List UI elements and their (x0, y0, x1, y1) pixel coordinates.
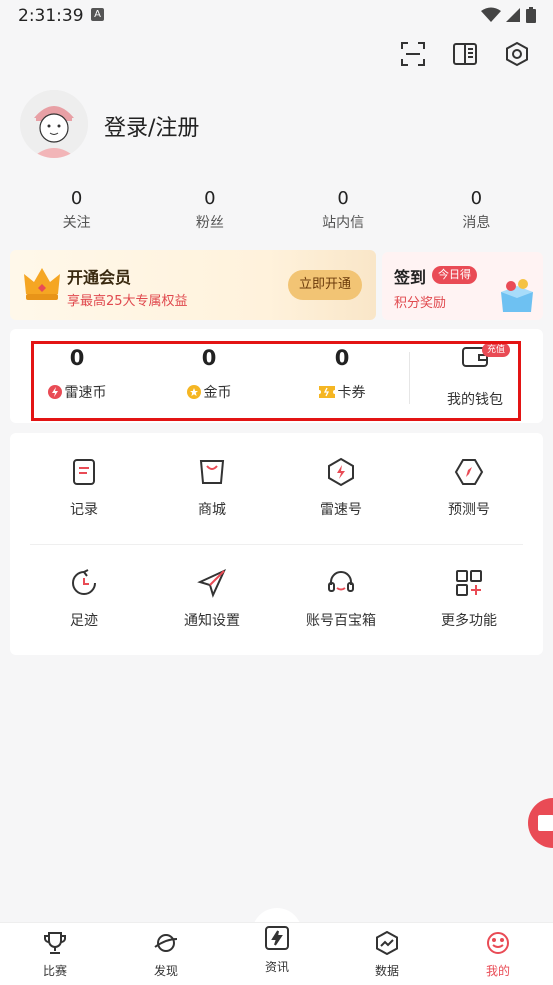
floating-calendar-button[interactable] (528, 798, 553, 848)
tab-mine[interactable]: 我的 (458, 931, 538, 979)
stat-inbox[interactable]: 0 站内信 (277, 188, 410, 236)
planet-icon (154, 934, 178, 952)
tab-news[interactable]: 资讯 (237, 926, 317, 975)
sign-in-tag: 今日得 (432, 266, 477, 284)
headset-icon (328, 571, 354, 592)
profile-stats: 0 关注 0 粉丝 0 站内信 0 消息 (10, 188, 543, 236)
menu-item-notification-settings[interactable]: 通知设置 (162, 568, 262, 630)
tab-matches[interactable]: 比赛 (15, 931, 95, 979)
sign-in-card[interactable]: 签到 今日得 积分奖励 (382, 252, 543, 320)
news-lightning-icon (265, 926, 289, 950)
bottom-tab-bar: 比赛 发现 资讯 数据 我的 (0, 922, 553, 985)
divider (30, 544, 523, 545)
tab-label: 我的 (485, 964, 510, 978)
stat-followers[interactable]: 0 粉丝 (143, 188, 276, 236)
stat-following[interactable]: 0 关注 (10, 188, 143, 236)
function-menu: 记录 商城 雷速号 预测号 足迹 通知设置 账号百宝箱 更多功能 (10, 433, 543, 655)
grid-plus-icon (456, 570, 482, 596)
vip-title: 开通会员 (67, 268, 132, 287)
stat-messages[interactable]: 0 消息 (410, 188, 543, 236)
shopping-bag-icon (199, 460, 225, 484)
stat-value: 0 (70, 188, 83, 209)
menu-item-record[interactable]: 记录 (34, 457, 134, 519)
battery-icon (526, 7, 536, 23)
crown-icon (24, 268, 60, 300)
theme-icon[interactable] (451, 40, 479, 68)
settings-icon[interactable] (503, 40, 531, 68)
menu-label: 记录 (70, 502, 98, 518)
stat-value: 0 (204, 188, 216, 209)
menu-label: 账号百宝箱 (306, 613, 376, 629)
menu-item-leisu-account[interactable]: 雷速号 (291, 457, 391, 519)
status-indicator-icon: A (91, 8, 104, 21)
sign-in-subtitle: 积分奖励 (394, 296, 447, 311)
menu-item-footprint[interactable]: 足迹 (34, 568, 134, 630)
tab-label: 比赛 (42, 964, 67, 978)
menu-item-account-toolbox[interactable]: 账号百宝箱 (291, 568, 391, 630)
lightning-hexagon-icon (328, 457, 354, 487)
stat-label: 消息 (462, 215, 491, 231)
user-face-icon (487, 932, 509, 954)
avatar[interactable] (20, 90, 88, 158)
paper-plane-icon (197, 568, 227, 598)
header-actions (399, 40, 531, 68)
stat-label: 粉丝 (195, 215, 224, 231)
menu-label: 足迹 (70, 613, 98, 629)
menu-label: 商城 (198, 502, 226, 518)
tab-label: 数据 (374, 964, 399, 978)
login-register-link[interactable]: 登录/注册 (104, 110, 199, 142)
menu-label: 雷速号 (320, 502, 362, 518)
signal-icon (506, 8, 520, 22)
scan-icon[interactable] (399, 40, 427, 68)
tab-discover[interactable]: 发现 (126, 931, 206, 979)
menu-item-shop[interactable]: 商城 (162, 457, 262, 519)
menu-item-more-features[interactable]: 更多功能 (419, 568, 519, 630)
wallet-highlight-box (31, 341, 521, 421)
menu-label: 预测号 (448, 502, 490, 518)
stat-value: 0 (470, 188, 483, 209)
vip-card[interactable]: 开通会员 享最高25大专属权益 立即开通 (10, 250, 376, 320)
status-time: 2:31:39 (18, 6, 84, 26)
tab-data[interactable]: 数据 (347, 930, 427, 979)
tab-label: 发现 (153, 964, 178, 978)
stat-label: 站内信 (322, 215, 365, 231)
status-icons (481, 6, 537, 24)
stat-value: 0 (337, 188, 349, 209)
stat-label: 关注 (62, 215, 91, 231)
calendar-icon (538, 815, 553, 831)
compass-hexagon-icon (454, 459, 484, 485)
status-bar: 2:31:39 A (0, 0, 553, 32)
history-icon (72, 569, 96, 595)
wifi-icon (481, 7, 501, 22)
menu-label: 更多功能 (441, 613, 497, 629)
menu-item-prediction[interactable]: 预测号 (419, 457, 519, 519)
sign-in-title: 签到 (394, 268, 427, 287)
vip-open-button[interactable]: 立即开通 (288, 270, 362, 300)
gift-box-icon (501, 279, 533, 312)
tab-label: 资讯 (264, 960, 289, 974)
record-icon (73, 459, 95, 485)
menu-label: 通知设置 (184, 613, 240, 629)
vip-subtitle: 享最高25大专属权益 (67, 294, 188, 309)
trophy-icon (44, 932, 66, 954)
data-hexagon-icon (376, 930, 398, 956)
